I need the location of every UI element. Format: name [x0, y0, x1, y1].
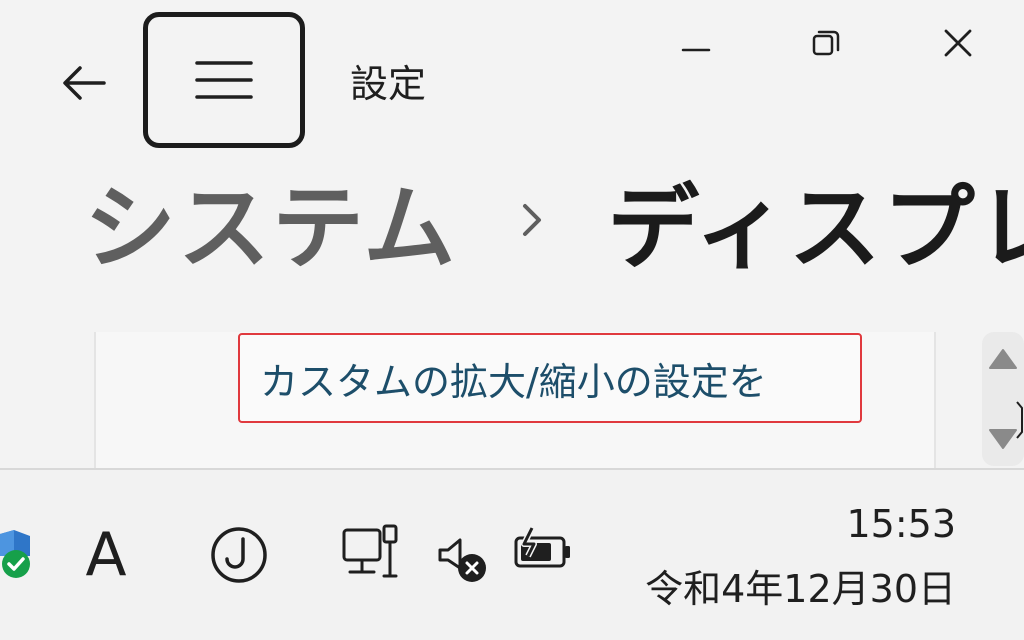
clock-date[interactable]: 令和4年12月30日 [645, 558, 956, 613]
settings-window: 設定 システム ディスプレイ カスタムの拡大/縮小の設定を [0, 0, 1024, 640]
restore-button[interactable] [796, 18, 856, 68]
hamburger-menu-icon [195, 61, 253, 99]
battery-charging-icon [514, 526, 570, 568]
network-button[interactable] [340, 522, 406, 588]
japanese-ime-icon [211, 527, 267, 583]
breadcrumb: システム ディスプレイ [84, 160, 1024, 282]
scroll-up-button[interactable] [986, 342, 1020, 376]
taskbar: A 15:53 令和4年12月30日 [0, 468, 1024, 640]
minimize-button[interactable] [666, 18, 726, 68]
custom-scaling-link[interactable]: カスタムの拡大/縮小の設定を [238, 333, 862, 423]
chevron-right-icon [523, 204, 542, 236]
wired-network-icon [342, 524, 398, 578]
input-method-button[interactable] [208, 524, 270, 586]
scroll-up-icon [989, 349, 1017, 369]
back-button[interactable] [52, 54, 116, 112]
breadcrumb-item-display: ディスプレイ [607, 174, 1024, 282]
back-arrow-icon [63, 66, 106, 100]
scroll-down-icon [989, 429, 1017, 449]
text-cursor-icon [1016, 401, 1023, 439]
security-status-button[interactable] [0, 526, 36, 586]
navigation-menu-button[interactable] [143, 12, 305, 148]
minimize-icon [681, 48, 711, 52]
ime-mode-button[interactable]: A [74, 520, 138, 590]
scroll-down-button[interactable] [986, 422, 1020, 456]
battery-button[interactable] [512, 526, 574, 576]
close-icon [944, 29, 972, 57]
window-title: 設定 [350, 62, 427, 106]
ime-mode-indicator: A [85, 520, 127, 590]
breadcrumb-separator [457, 170, 607, 270]
clock-time[interactable]: 15:53 [846, 502, 956, 546]
breadcrumb-item-system[interactable]: システム [84, 154, 457, 287]
restore-icon [812, 30, 840, 56]
windows-security-shield-icon [0, 530, 30, 578]
vertical-scrollbar[interactable] [982, 332, 1024, 466]
close-button[interactable] [928, 18, 988, 68]
speaker-muted-icon [438, 538, 486, 582]
volume-button[interactable] [436, 530, 492, 586]
